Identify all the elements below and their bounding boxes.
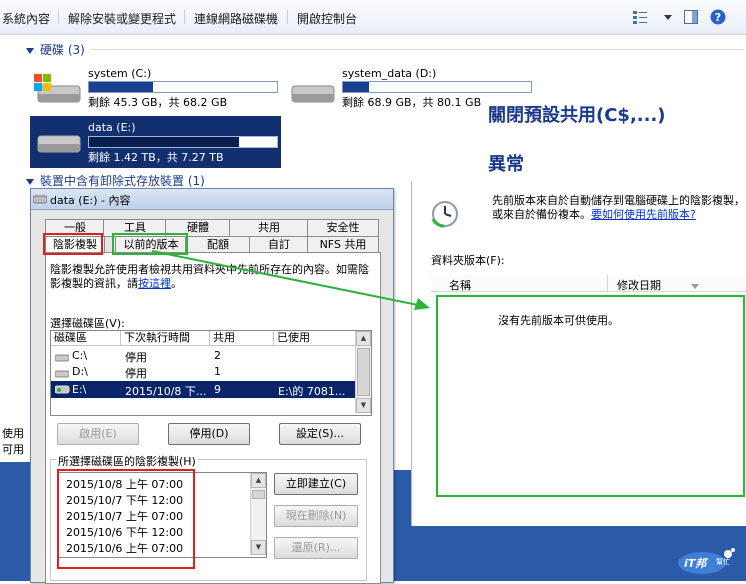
logo-text: iT邦 <box>684 557 707 570</box>
ithome-logo: iT邦 幫忙 <box>676 546 738 576</box>
annotation-arrow <box>151 250 430 310</box>
logo-subtext: 幫忙 <box>716 558 730 566</box>
